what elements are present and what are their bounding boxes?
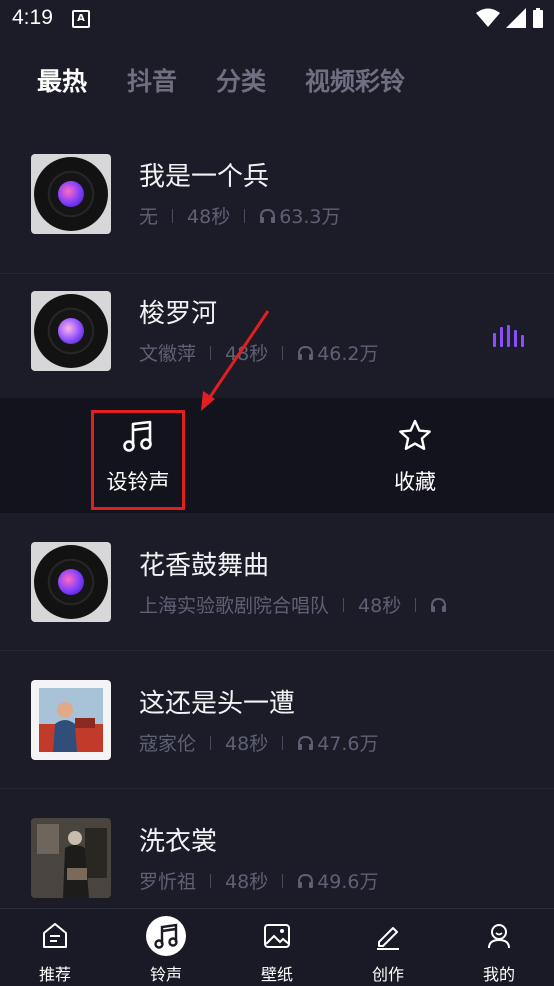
- song-meta: 文徽萍 48秒 46.2万: [139, 339, 379, 366]
- nav-ringtone[interactable]: 铃声: [126, 909, 206, 986]
- tab-category[interactable]: 分类: [216, 62, 266, 98]
- song-plays: 63.3万: [279, 206, 341, 228]
- song-artist: 上海实验歌剧院合唱队: [139, 595, 330, 617]
- status-icons: [476, 8, 544, 28]
- nav-recommend[interactable]: 推荐: [15, 909, 95, 986]
- nav-create[interactable]: 创作: [348, 909, 428, 986]
- wifi-icon: [476, 8, 500, 27]
- song-meta: 无 48秒 63.3万: [139, 202, 341, 229]
- song-title: 我是一个兵: [139, 162, 270, 192]
- song-meta: 寇家伦 48秒 47.6万: [139, 729, 379, 756]
- status-bar: 4:19 A: [0, 0, 554, 38]
- music-note-icon: [154, 923, 178, 949]
- a-icon: A: [72, 10, 90, 28]
- song-cover: [31, 542, 111, 622]
- wallpaper-icon: [264, 924, 290, 948]
- tab-hot[interactable]: 最热: [37, 62, 87, 98]
- song-meta: 罗忻祖 48秒 49.6万: [139, 867, 379, 894]
- tab-douyin[interactable]: 抖音: [127, 62, 177, 98]
- category-tabs: 最热 抖音 分类 视频彩铃: [0, 62, 554, 106]
- song-cover: [31, 291, 111, 371]
- profile-icon: [488, 924, 510, 949]
- song-row-playing[interactable]: 梭罗河 文徽萍 48秒 46.2万: [0, 273, 554, 410]
- song-cover-photo: [31, 818, 111, 898]
- song-action-panel: 设铃声 收藏: [0, 398, 554, 513]
- status-time: 4:19: [12, 6, 53, 29]
- battery-icon: [533, 8, 543, 28]
- song-plays: 47.6万: [317, 733, 379, 755]
- song-duration: 48秒: [225, 733, 269, 755]
- equalizer-icon[interactable]: [493, 325, 524, 347]
- nav-profile[interactable]: 我的: [459, 909, 539, 986]
- headphone-icon: [260, 208, 276, 223]
- tab-video-ringtone[interactable]: 视频彩铃: [305, 62, 405, 98]
- song-plays: 49.6万: [317, 871, 379, 893]
- headphone-icon: [298, 345, 314, 360]
- song-cover-photo: [31, 680, 111, 760]
- pen-icon: [377, 927, 399, 950]
- nav-profile-label: 我的: [482, 965, 515, 984]
- nav-wallpaper-label: 壁纸: [260, 965, 293, 984]
- song-duration: 48秒: [187, 206, 231, 228]
- album-photo: [39, 688, 103, 752]
- nav-ringtone-label: 铃声: [149, 965, 182, 984]
- song-artist: 罗忻祖: [139, 871, 197, 893]
- song-duration: 48秒: [358, 595, 402, 617]
- nav-wallpaper[interactable]: 壁纸: [237, 909, 317, 986]
- vinyl-icon: [34, 157, 108, 231]
- recommend-icon: [43, 923, 67, 948]
- vinyl-icon: [34, 545, 108, 619]
- favorite-button[interactable]: 收藏: [355, 398, 475, 513]
- headphone-icon: [298, 735, 314, 750]
- song-title: 梭罗河: [139, 299, 218, 329]
- song-cover: [31, 154, 111, 234]
- star-icon: [399, 419, 431, 450]
- album-photo: [31, 818, 111, 898]
- song-row[interactable]: 这还是头一遭 寇家伦 48秒 47.6万: [0, 651, 554, 789]
- vinyl-icon: [34, 294, 108, 368]
- song-title: 花香鼓舞曲: [139, 551, 270, 581]
- headphone-icon: [298, 873, 314, 888]
- nav-create-label: 创作: [371, 965, 404, 984]
- favorite-label: 收藏: [394, 470, 436, 494]
- signal-icon: [506, 8, 526, 28]
- song-row[interactable]: 花香鼓舞曲 上海实验歌剧院合唱队 48秒: [0, 513, 554, 651]
- song-row[interactable]: 我是一个兵 无 48秒 63.3万: [0, 136, 554, 274]
- song-row[interactable]: 洗衣裳 罗忻祖 48秒 49.6万: [0, 789, 554, 926]
- bottom-navigation: 推荐 铃声 壁纸 创作 我的: [0, 908, 554, 986]
- song-plays: 46.2万: [317, 343, 379, 365]
- headphone-icon: [431, 597, 447, 612]
- highlight-box: [91, 410, 185, 510]
- nav-recommend-label: 推荐: [38, 965, 71, 984]
- song-duration: 48秒: [225, 871, 269, 893]
- song-title: 洗衣裳: [139, 827, 218, 857]
- song-artist: 寇家伦: [139, 733, 197, 755]
- song-meta: 上海实验歌剧院合唱队 48秒: [139, 591, 450, 618]
- song-title: 这还是头一遭: [139, 689, 296, 719]
- song-artist: 无: [139, 206, 159, 228]
- song-duration: 48秒: [225, 343, 269, 365]
- song-artist: 文徽萍: [139, 343, 197, 365]
